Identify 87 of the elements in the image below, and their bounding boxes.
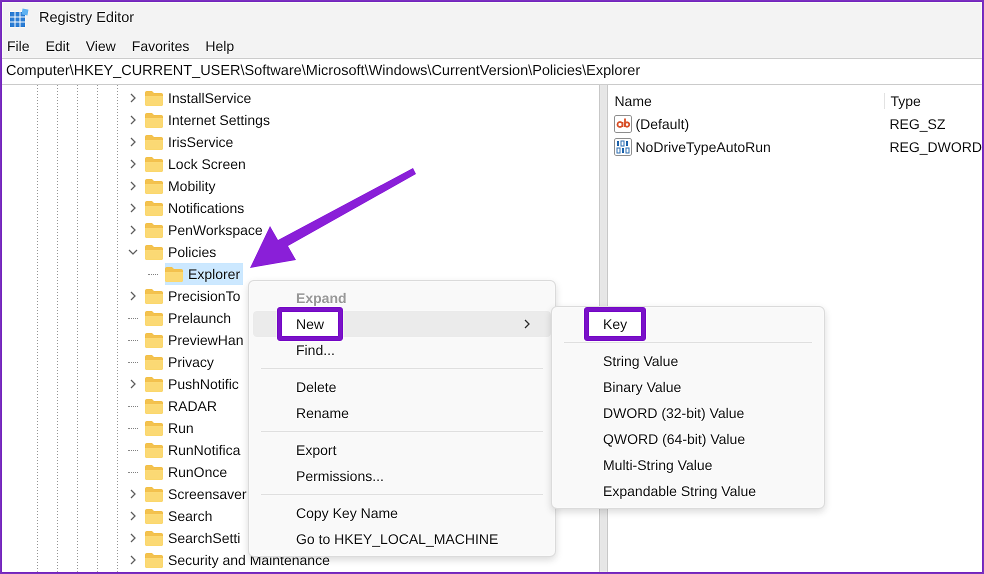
folder-icon xyxy=(145,354,163,370)
folder-icon xyxy=(145,156,163,172)
binary-value-icon xyxy=(614,138,632,156)
tree-item[interactable]: PrecisionTo xyxy=(145,285,244,307)
menu-option[interactable]: DWORD (32-bit) Value xyxy=(556,400,820,426)
menu-item[interactable]: Edit xyxy=(46,38,70,54)
folder-icon xyxy=(145,332,163,348)
folder-icon xyxy=(145,222,163,238)
folder-icon xyxy=(145,508,163,524)
chevron-right-icon[interactable] xyxy=(128,115,138,125)
folder-icon xyxy=(145,486,163,502)
folder-icon xyxy=(145,178,163,194)
tree-item[interactable]: PreviewHan xyxy=(145,329,246,351)
value-name[interactable]: (Default) xyxy=(635,116,690,132)
tree-item[interactable]: RADAR xyxy=(145,395,220,417)
chevron-right-icon[interactable] xyxy=(128,511,138,521)
tree-item[interactable]: Screensaver xyxy=(145,483,250,505)
menu-option[interactable]: String Value xyxy=(556,348,820,374)
tree-item[interactable]: Notifications xyxy=(145,197,248,219)
tree-item[interactable]: Explorer xyxy=(165,263,244,285)
column-header[interactable]: Type xyxy=(884,92,921,108)
tree-item[interactable]: Prelaunch xyxy=(145,307,234,329)
menu-option[interactable]: Rename xyxy=(253,400,551,426)
value-type: REG_SZ xyxy=(888,116,946,132)
tree-item[interactable]: Search xyxy=(145,505,216,527)
tree-item[interactable]: Internet Settings xyxy=(145,109,273,131)
folder-icon xyxy=(145,134,163,150)
menu-option[interactable]: Copy Key Name xyxy=(253,500,551,526)
tree-item[interactable]: RunOnce xyxy=(145,461,230,483)
menu-option[interactable]: Go to HKEY_LOCAL_MACHINE xyxy=(253,526,551,552)
chevron-right-icon[interactable] xyxy=(128,93,138,103)
string-value-icon xyxy=(614,114,632,132)
folder-icon xyxy=(145,464,163,480)
tree-item[interactable]: Security and Maintenance xyxy=(145,549,333,571)
menu-item[interactable]: View xyxy=(86,38,116,54)
menu-item[interactable]: Help xyxy=(205,38,234,54)
value-type: REG_DWORD xyxy=(888,138,982,154)
tree-item[interactable]: InstallService xyxy=(145,87,254,109)
tree-item[interactable]: SearchSetti xyxy=(145,527,244,549)
folder-icon xyxy=(145,420,163,436)
tree-item[interactable]: Mobility xyxy=(145,175,218,197)
folder-icon xyxy=(145,200,163,216)
chevron-right-icon[interactable] xyxy=(128,203,138,213)
address-field[interactable]: Computer\HKEY_CURRENT_USER\Software\Microsoft\Windows\CurrentVersion\Policies\Explorer xyxy=(2,58,982,85)
folder-icon xyxy=(145,552,163,568)
menu-option[interactable]: Expandable String Value xyxy=(556,478,820,504)
window-title: Registry Editor xyxy=(39,10,134,26)
menu-option[interactable]: Binary Value xyxy=(556,374,820,400)
chevron-right-icon[interactable] xyxy=(128,291,138,301)
tree-item[interactable]: Policies xyxy=(145,241,220,263)
folder-icon xyxy=(145,244,163,260)
tree-item[interactable]: IrisService xyxy=(145,131,236,153)
chevron-right-icon[interactable] xyxy=(128,489,138,499)
folder-icon xyxy=(145,90,163,106)
folder-icon xyxy=(165,266,183,282)
folder-icon xyxy=(145,376,163,392)
chevron-right-icon[interactable] xyxy=(128,533,138,543)
folder-icon xyxy=(145,310,163,326)
menu-item[interactable]: Favorites xyxy=(132,38,190,54)
menu-option[interactable]: QWORD (64-bit) Value xyxy=(556,426,820,452)
folder-icon xyxy=(145,288,163,304)
chevron-right-icon[interactable] xyxy=(128,159,138,169)
tree-item[interactable]: Run xyxy=(145,417,197,439)
menu-option[interactable]: Find... xyxy=(253,337,551,363)
tree-item[interactable]: PenWorkspace xyxy=(145,219,266,241)
tree-item[interactable]: PushNotific xyxy=(145,373,242,395)
column-header[interactable]: Name xyxy=(608,92,884,108)
menu-item[interactable]: File xyxy=(7,38,30,54)
tree-item[interactable]: Privacy xyxy=(145,351,217,373)
chevron-right-icon[interactable] xyxy=(128,225,138,235)
chevron-right-icon[interactable] xyxy=(128,555,138,565)
menu-option[interactable]: Delete xyxy=(253,374,551,400)
value-name[interactable]: NoDriveTypeAutoRun xyxy=(635,138,771,154)
menu-option[interactable]: Export xyxy=(253,437,551,463)
tree-item[interactable]: Lock Screen xyxy=(145,153,249,175)
menu-option[interactable]: Permissions... xyxy=(253,463,551,489)
registry-icon xyxy=(9,8,29,28)
folder-icon xyxy=(145,398,163,414)
chevron-right-icon[interactable] xyxy=(128,379,138,389)
folder-icon xyxy=(145,112,163,128)
menu-option[interactable]: Multi-String Value xyxy=(556,452,820,478)
chevron-right-icon[interactable] xyxy=(128,181,138,191)
chevron-right-icon[interactable] xyxy=(128,137,138,147)
tree-item[interactable]: RunNotifica xyxy=(145,439,244,461)
folder-icon xyxy=(145,442,163,458)
chevron-down-icon[interactable] xyxy=(128,247,138,257)
folder-icon xyxy=(145,530,163,546)
